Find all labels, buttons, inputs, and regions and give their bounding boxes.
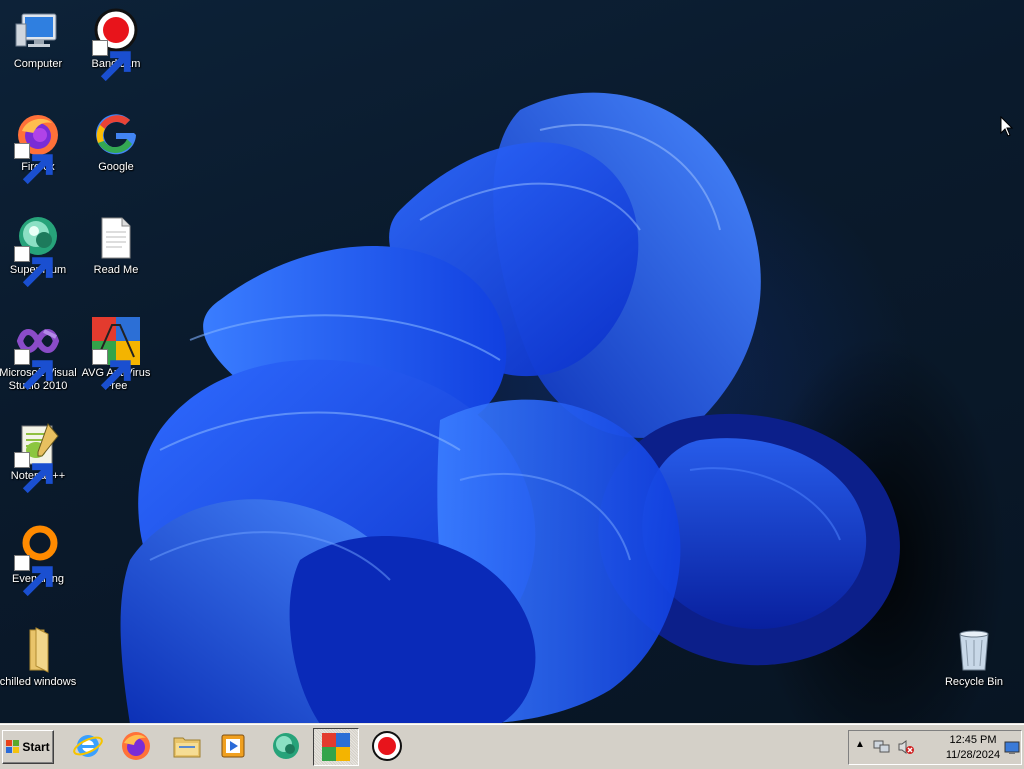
notepadpp-icon: [14, 420, 62, 494]
start-label: Start: [22, 740, 50, 754]
firefox-icon: [122, 732, 150, 760]
recycle-bin-icon: [950, 626, 998, 674]
computer-icon: [14, 8, 62, 56]
folder-icon: [14, 626, 62, 674]
avg-icon: [92, 317, 140, 391]
avg-icon: [322, 733, 350, 761]
taskbar-app-internet-explorer[interactable]: [66, 728, 110, 764]
taskbar-app-supermium[interactable]: [264, 728, 308, 764]
media-player-icon: [221, 734, 245, 758]
google-icon: [92, 111, 140, 159]
desktop-icon-everything[interactable]: Everything: [0, 523, 78, 597]
clock-date[interactable]: 11/28/2024: [937, 749, 1009, 761]
taskbar-app-firefox[interactable]: [114, 728, 158, 764]
show-hidden-icons-icon[interactable]: ▲: [855, 739, 865, 750]
supermium-icon: [273, 733, 299, 759]
clock-time[interactable]: 12:45 PM: [937, 734, 1009, 746]
shortcut-arrow-icon: [14, 246, 53, 288]
windows-logo-icon: [6, 740, 20, 753]
text-document-icon: [92, 214, 140, 262]
desktop-icon-bandicam[interactable]: Bandicam: [76, 8, 156, 82]
volume-muted-icon[interactable]: [897, 739, 915, 755]
everything-icon: [14, 523, 62, 597]
shortcut-arrow-icon: [92, 40, 131, 82]
desktop[interactable]: Computer Firefox Supermium Microsoft Vis…: [0, 0, 1024, 724]
network-icon[interactable]: [873, 739, 891, 755]
desktop-icon-supermium[interactable]: Supermium: [0, 214, 78, 288]
bandicam-icon: [92, 8, 140, 82]
desktop-icon-read-me[interactable]: Read Me: [76, 214, 156, 277]
desktop-icon-chilled-windows[interactable]: chilled windows: [0, 626, 78, 689]
desktop-icon-firefox[interactable]: Firefox: [0, 111, 78, 185]
shortcut-arrow-icon: [14, 349, 53, 391]
firefox-icon: [14, 111, 62, 185]
desktop-icon-label: chilled windows: [0, 676, 77, 688]
desktop-icon-computer[interactable]: Computer: [0, 8, 78, 71]
supermium-icon: [14, 214, 62, 288]
shortcut-arrow-icon: [14, 452, 53, 494]
taskbar-app-file-explorer[interactable]: [165, 728, 209, 764]
taskbar-app-media-player[interactable]: [212, 728, 256, 764]
desktop-icon-label: Google: [98, 161, 134, 173]
mouse-cursor-icon: [1000, 116, 1014, 137]
internet-explorer-icon: [73, 735, 103, 757]
start-button[interactable]: Start: [2, 730, 54, 764]
visual-studio-icon: [14, 317, 62, 391]
shortcut-arrow-icon: [14, 555, 53, 597]
desktop-icon-label: Recycle Bin: [944, 676, 1004, 688]
shortcut-arrow-icon: [92, 349, 131, 391]
file-explorer-icon: [173, 737, 201, 758]
system-tray: ▲ 12:45 PM 11/28/2024: [848, 730, 1022, 765]
taskbar: Start ▲ 12:45 PM 11/28/2024: [0, 724, 1024, 769]
desktop-icon-google[interactable]: Google: [76, 111, 156, 174]
desktop-icon-notepadpp[interactable]: Notepad++: [0, 420, 78, 494]
shortcut-arrow-icon: [14, 143, 53, 185]
show-desktop-icon[interactable]: [1004, 741, 1020, 755]
taskbar-app-bandicam[interactable]: [365, 728, 409, 764]
desktop-icon-label: Read Me: [93, 264, 139, 276]
bandicam-icon: [372, 731, 402, 761]
desktop-icon-visual-studio[interactable]: Microsoft Visual Studio 2010: [0, 317, 78, 393]
desktop-icon-avg[interactable]: AVG AntiVirus Free: [76, 317, 156, 393]
desktop-icon-label: Computer: [13, 58, 63, 70]
desktop-icon-recycle-bin[interactable]: Recycle Bin: [934, 626, 1014, 689]
taskbar-app-avg[interactable]: [313, 728, 359, 766]
